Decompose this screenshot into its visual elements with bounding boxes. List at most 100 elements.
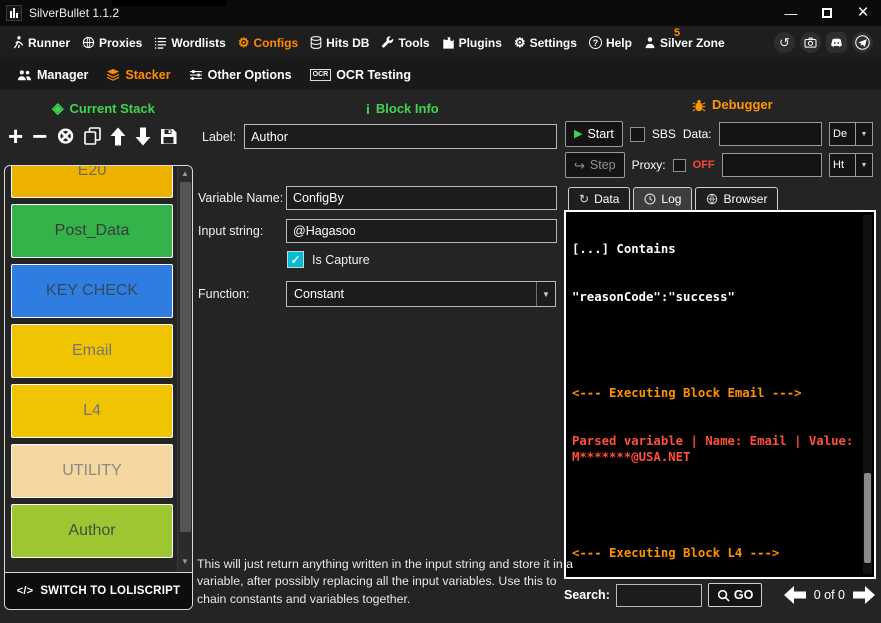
menu-item-configs[interactable]: ⚙ Configs	[232, 26, 304, 59]
menu-item-runner[interactable]: Runner	[6, 26, 76, 59]
maximize-button[interactable]	[809, 0, 845, 26]
block-label: KEY CHECK	[45, 282, 139, 299]
history-button[interactable]: ↺	[774, 32, 795, 53]
data-mode-dropdown[interactable]: De ▼	[829, 122, 873, 146]
is-capture-row: ✓ Is Capture	[287, 251, 370, 268]
stack-block[interactable]: UTILITY	[11, 444, 173, 498]
menu-item-plugins[interactable]: Plugins	[436, 26, 508, 59]
variable-name-input[interactable]	[286, 186, 557, 210]
camera-icon	[804, 37, 817, 48]
stack-block[interactable]: Author	[11, 504, 173, 558]
minimize-icon: —	[784, 5, 798, 21]
database-icon	[310, 36, 322, 49]
screenshot-button[interactable]	[800, 32, 821, 53]
tab-log[interactable]: Log	[633, 187, 693, 210]
start-button[interactable]: ▶ Start	[565, 121, 623, 147]
stack-block[interactable]: Email	[11, 324, 173, 378]
close-button[interactable]: ×	[845, 0, 881, 26]
proxy-mode-dropdown[interactable]: Ht ▼	[829, 153, 873, 177]
menu-item-silver-zone[interactable]: 5 Silver Zone	[638, 26, 731, 59]
chevron-down-icon: ▼	[856, 122, 873, 146]
sbs-checkbox[interactable]	[629, 126, 645, 142]
tab-label: Log	[661, 192, 682, 206]
telegram-button[interactable]	[852, 32, 873, 53]
sliders-icon	[189, 69, 203, 81]
data-mode-value: De	[829, 122, 856, 146]
tab-stacker[interactable]: Stacker	[97, 68, 179, 82]
menubar: Runner Proxies Wordlists ⚙ Configs Hits …	[0, 26, 881, 59]
menu-item-proxies[interactable]: Proxies	[76, 26, 148, 59]
move-up-button[interactable]	[110, 121, 126, 151]
search-icon	[717, 589, 730, 602]
tab-browser[interactable]: Browser	[695, 187, 779, 210]
menu-label: Runner	[28, 35, 70, 50]
search-input[interactable]	[615, 583, 702, 607]
menu-item-hits-db[interactable]: Hits DB	[304, 26, 375, 59]
remove-block-button[interactable]: −	[32, 121, 47, 151]
clone-block-button[interactable]	[84, 121, 101, 151]
function-dropdown[interactable]: Constant ▼	[286, 281, 556, 307]
data-input[interactable]	[718, 122, 822, 146]
code-icon: </>	[16, 585, 34, 597]
add-block-button[interactable]: +	[8, 121, 23, 151]
sub-label: Stacker	[125, 67, 171, 82]
next-result-button[interactable]	[852, 585, 876, 605]
input-string-input[interactable]	[286, 219, 557, 243]
log-scrollbar-thumb[interactable]	[864, 473, 871, 564]
stack-block[interactable]: Post_Data	[11, 204, 173, 258]
menu-item-help[interactable]: ? Help	[583, 26, 638, 59]
block-label: Post_Data	[54, 222, 130, 239]
stack-scrollbar[interactable]: ▲ ▼	[177, 166, 192, 572]
input-string-label: Input string:	[198, 224, 264, 238]
disable-block-button[interactable]: ⊗	[56, 121, 74, 151]
block-info-title: Block Info	[375, 101, 439, 116]
block-label: E20	[77, 166, 107, 179]
scroll-down-icon[interactable]: ▼	[178, 555, 192, 569]
tab-data[interactable]: ↻ Data	[568, 187, 631, 210]
stack-block[interactable]: L4	[11, 384, 173, 438]
stack-block[interactable]: KEY CHECK	[11, 264, 173, 318]
move-down-button[interactable]	[135, 121, 151, 151]
label-field-label: Label:	[202, 129, 237, 144]
is-capture-checkbox[interactable]: ✓	[287, 251, 304, 268]
menu-item-settings[interactable]: ⚙ Settings	[508, 26, 583, 59]
stack-blocks-wrap: E20 Post_Data KEY CHECK Email L4 UTILITY…	[5, 166, 192, 572]
proxy-mode-value: Ht	[829, 153, 856, 177]
step-icon: ↪	[574, 157, 585, 173]
discord-button[interactable]	[826, 32, 847, 53]
search-go-button[interactable]: GO	[707, 583, 763, 607]
scroll-up-icon[interactable]: ▲	[178, 167, 192, 181]
tab-other-options[interactable]: Other Options	[180, 68, 301, 82]
history-icon: ↺	[779, 34, 790, 50]
stack-scrollbar-thumb[interactable]	[180, 182, 191, 532]
layers-icon	[106, 68, 120, 81]
tab-manager[interactable]: Manager	[8, 68, 97, 82]
start-label: Start	[587, 127, 614, 141]
proxy-checkbox[interactable]	[672, 158, 686, 172]
ocr-icon: OCR	[309, 68, 332, 81]
block-label: Author	[68, 522, 116, 539]
minimize-button[interactable]: —	[773, 0, 809, 26]
stack-block[interactable]: E20	[11, 166, 173, 198]
log-scrollbar[interactable]	[863, 215, 872, 574]
log-line: <--- Executing Block L4 --->	[572, 546, 780, 560]
step-button[interactable]: ↪ Step	[565, 152, 625, 178]
menu-item-wordlists[interactable]: Wordlists	[148, 26, 231, 59]
stack-blocks-list: E20 Post_Data KEY CHECK Email L4 UTILITY…	[5, 166, 177, 572]
search-result-counter: 0 of 0	[813, 588, 845, 602]
switch-to-loliscript-button[interactable]: </> SWITCH TO LOLISCRIPT	[5, 572, 192, 609]
menu-label: Plugins	[458, 35, 502, 50]
save-stack-button[interactable]	[160, 121, 177, 151]
function-description: This will just return anything written i…	[197, 557, 573, 606]
label-input[interactable]	[244, 124, 558, 149]
bug-icon	[692, 98, 706, 112]
menu-label: Wordlists	[171, 35, 226, 50]
previous-result-button[interactable]	[783, 585, 807, 605]
clock-history-icon	[644, 193, 656, 205]
menu-item-tools[interactable]: Tools	[375, 26, 435, 59]
current-stack-title: Current Stack	[69, 101, 155, 116]
tab-ocr-testing[interactable]: OCR OCR Testing	[301, 68, 420, 82]
proxy-input[interactable]	[721, 153, 822, 177]
